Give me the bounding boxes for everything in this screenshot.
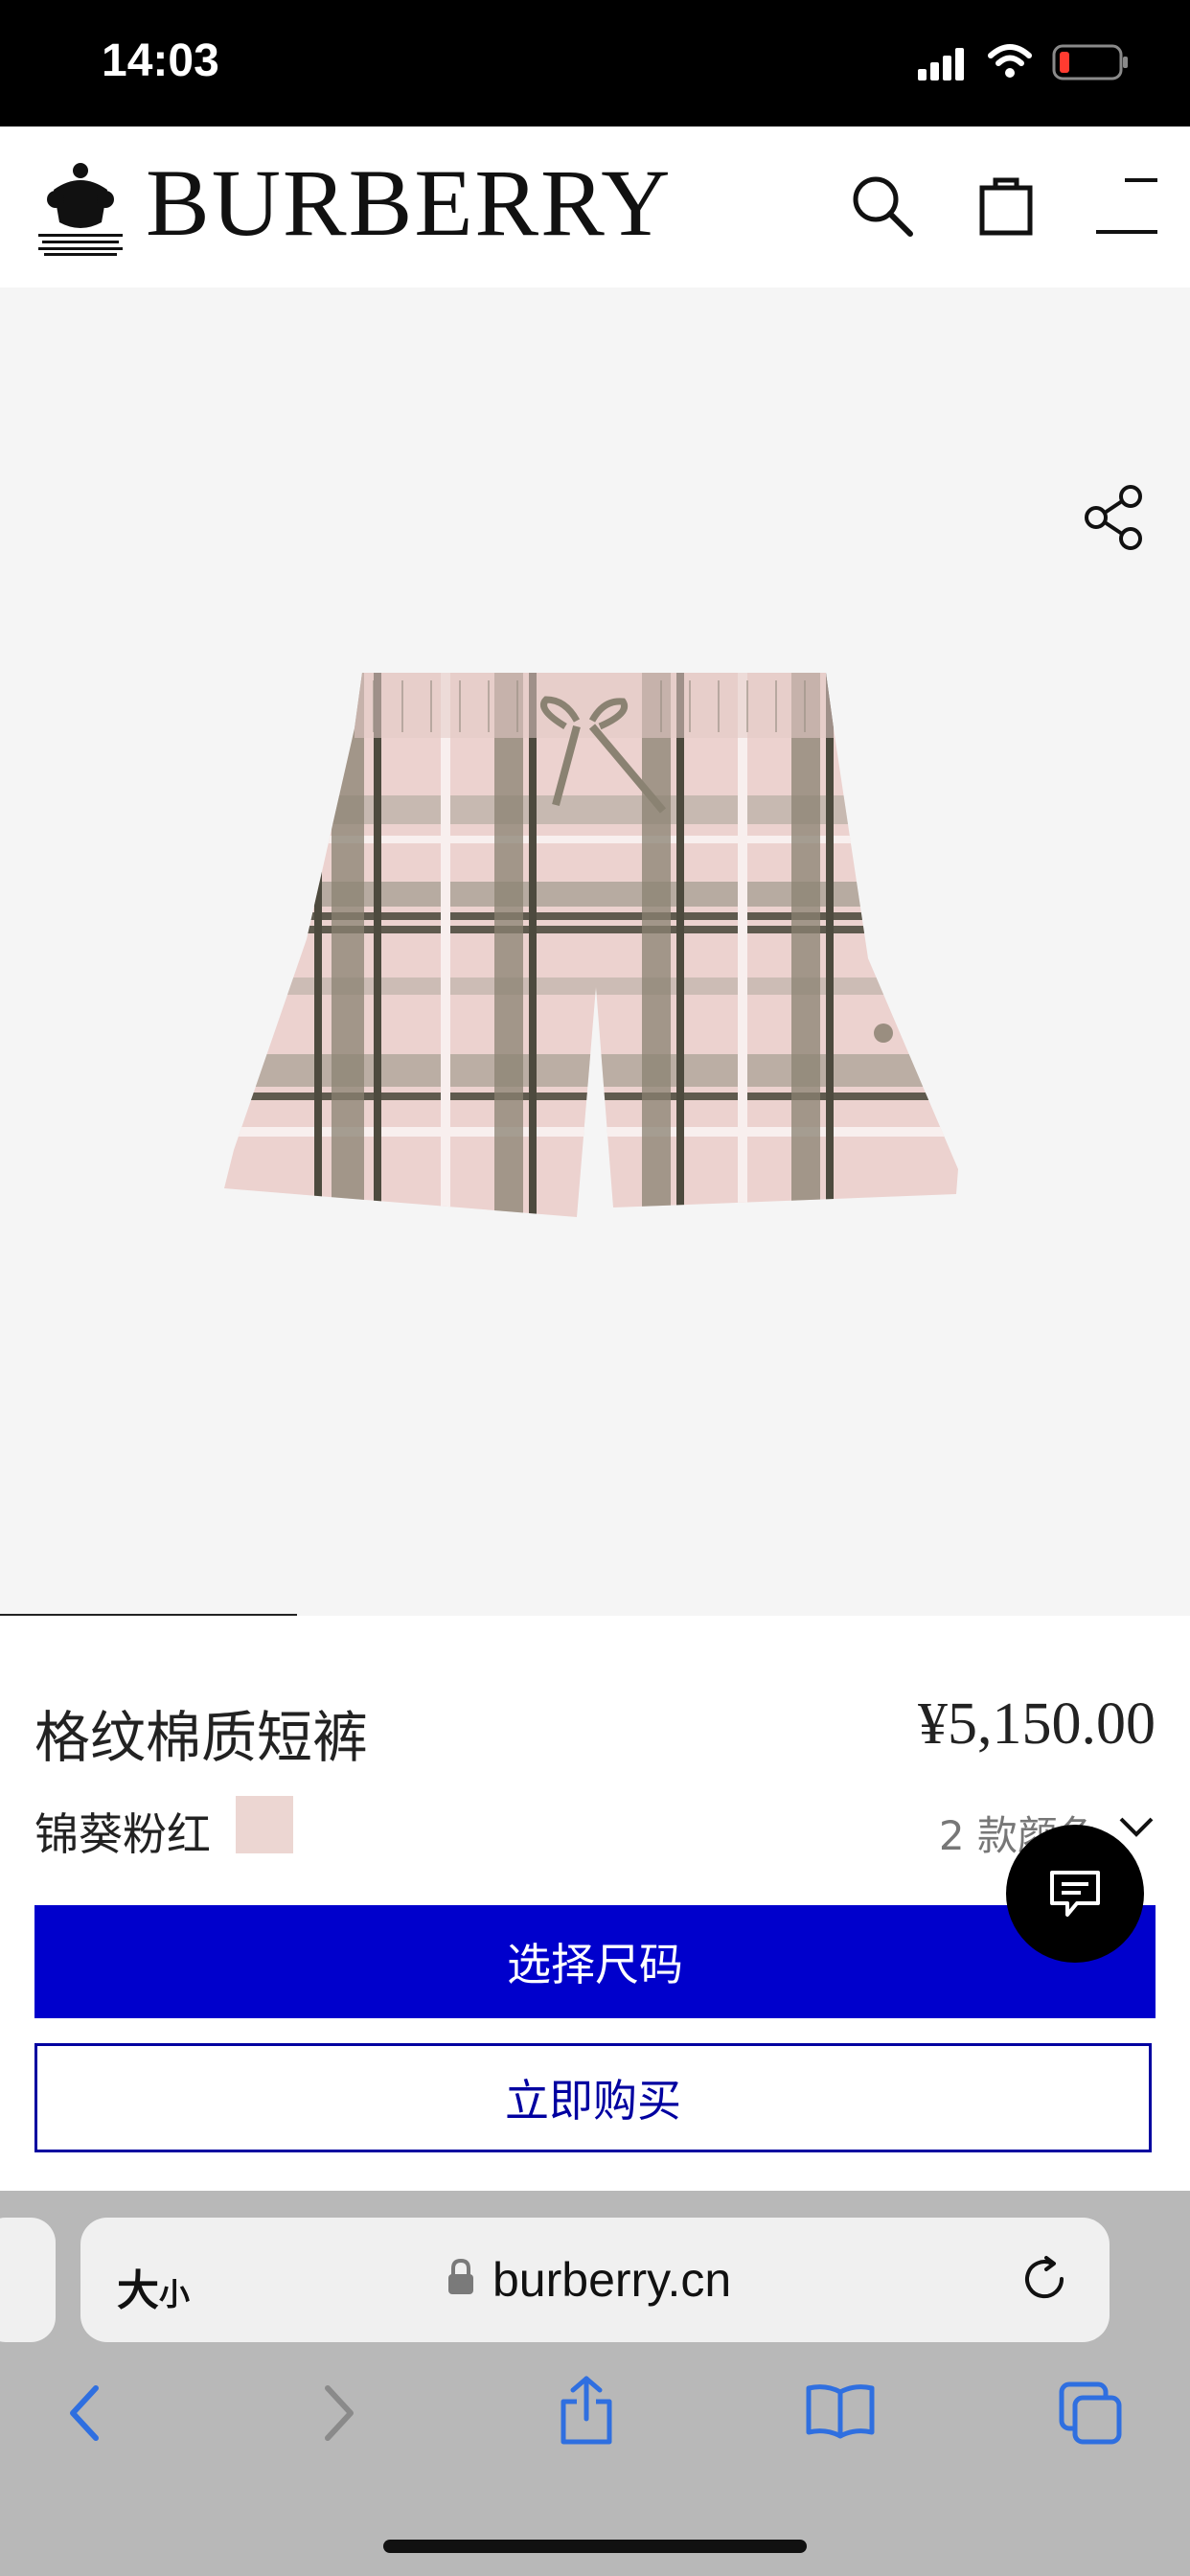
selected-color-name: 锦葵粉红 [34, 1808, 211, 1860]
back-icon[interactable] [65, 2382, 103, 2444]
site-header: BURBERRY [0, 126, 1190, 288]
product-photo-check-shorts [224, 673, 958, 1217]
url-text[interactable]: burberry.cn [492, 2252, 731, 2308]
signal-icon [918, 48, 964, 80]
lock-icon [448, 2258, 473, 2294]
bookmarks-icon[interactable] [805, 2382, 876, 2440]
previous-tab-preview[interactable] [0, 2218, 56, 2342]
brand-logo-text[interactable]: BURBERRY [146, 155, 673, 251]
select-size-button[interactable]: 选择尺码 [34, 1905, 1156, 2018]
browser-toolbar: 大小 burberry.cn [0, 2191, 1190, 2576]
product-price: ¥5,150.00 [918, 1691, 1156, 1757]
share-icon[interactable] [1083, 485, 1144, 550]
royal-warrant-crest-logo[interactable] [34, 161, 126, 257]
home-indicator [383, 2540, 807, 2553]
tabs-icon[interactable] [1058, 2380, 1125, 2446]
buy-now-button[interactable]: 立即购买 [34, 2043, 1152, 2152]
text-size-small-label: 小 [159, 2276, 191, 2312]
share-sheet-icon[interactable] [558, 2375, 615, 2446]
chat-bubble-icon [1050, 1871, 1100, 1917]
wifi-icon [988, 44, 1032, 78]
chevron-down-icon[interactable] [1117, 1815, 1156, 1838]
forward-icon[interactable] [320, 2382, 358, 2444]
address-bar[interactable]: 大小 burberry.cn [80, 2218, 1110, 2342]
product-title: 格纹棉质短裤 [34, 1705, 369, 1770]
status-bar: 14:03 [0, 0, 1190, 126]
battery-icon [1052, 44, 1128, 80]
status-time: 14:03 [102, 35, 219, 86]
text-size-button[interactable]: 大小 [117, 2256, 190, 2317]
menu-icon[interactable] [1096, 176, 1157, 236]
product-image-carousel[interactable] [0, 288, 1190, 1617]
chat-support-button[interactable] [1006, 1825, 1144, 1963]
shopping-bag-icon[interactable] [979, 172, 1033, 236]
product-details-panel: 格纹棉质短裤 ¥5,150.00 锦葵粉红 2 款颜色 选择尺码 立即购买 [0, 1616, 1190, 2191]
color-swatch[interactable] [236, 1796, 293, 1853]
search-icon[interactable] [851, 174, 914, 238]
reload-icon[interactable] [1019, 2254, 1069, 2304]
text-size-large-label: 大 [117, 2266, 159, 2315]
